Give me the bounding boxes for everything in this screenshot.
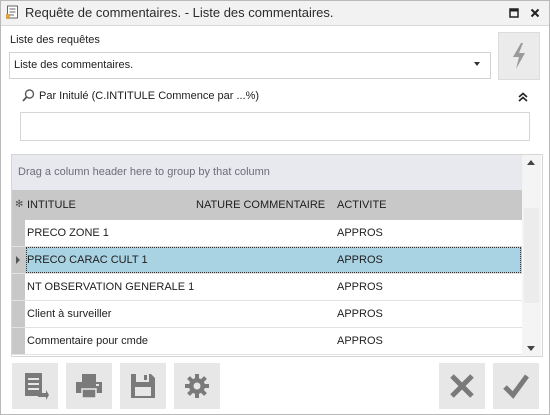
lightning-bolt-icon (513, 43, 525, 69)
gear-icon (185, 374, 209, 398)
export-list-icon (25, 373, 49, 400)
print-button[interactable] (66, 363, 112, 409)
window-title: Requête de commentaires. - Liste des com… (25, 5, 334, 20)
requests-dropdown[interactable]: Liste des commentaires. (9, 52, 491, 79)
dropdown-arrow-icon (474, 62, 480, 66)
row-indicator (12, 247, 25, 273)
current-row-arrow-icon (16, 256, 20, 264)
row-indicator (12, 220, 25, 246)
title-separator (1, 25, 549, 26)
group-by-panel[interactable]: Drag a column header here to group by th… (12, 155, 522, 190)
grid-header: ✻ INTITULE NATURE COMMENTAIRE ACTIVITE (12, 190, 522, 220)
scroll-down-icon[interactable] (527, 346, 535, 351)
settings-button[interactable] (174, 363, 220, 409)
requests-label: Liste des requêtes (10, 34, 100, 46)
scroll-up-icon[interactable] (527, 160, 535, 165)
cell-activite: APPROS (337, 254, 383, 266)
table-row[interactable]: NT OBSERVATION GENERALE 1 APPROS (12, 274, 522, 301)
cancel-x-icon (450, 374, 474, 398)
save-icon (131, 374, 155, 398)
column-header-intitule[interactable]: INTITULE (27, 199, 76, 211)
search-input[interactable] (20, 112, 530, 141)
close-button[interactable] (527, 5, 543, 21)
search-filter-label: Par Initulé (C.INTITULE Commence par ...… (39, 90, 260, 102)
comments-grid: Drag a column header here to group by th… (11, 154, 543, 357)
dialog-window: Requête de commentaires. - Liste des com… (0, 0, 550, 415)
cell-intitule: Commentaire pour cmde (27, 335, 149, 347)
row-selector-header-icon: ✻ (15, 199, 24, 210)
vertical-scrollbar[interactable] (522, 155, 541, 356)
cell-activite: APPROS (337, 227, 383, 239)
cancel-button[interactable] (439, 363, 485, 409)
table-row[interactable]: PRECO ZONE 1 APPROS (12, 220, 522, 247)
cell-activite: APPROS (337, 335, 383, 347)
printer-icon (76, 374, 102, 399)
validate-button[interactable] (493, 363, 539, 409)
row-indicator (12, 328, 25, 354)
execute-query-button[interactable] (498, 32, 540, 80)
export-list-button[interactable] (12, 363, 58, 409)
validate-check-icon (503, 374, 530, 399)
row-indicator (12, 274, 25, 300)
requests-dropdown-value: Liste des commentaires. (14, 59, 134, 71)
cell-intitule: NT OBSERVATION GENERALE 1 (27, 281, 195, 293)
search-icon (22, 89, 35, 102)
cell-intitule: PRECO CARAC CULT 1 (27, 254, 148, 266)
cell-activite: APPROS (337, 308, 383, 320)
collapse-up-icon[interactable] (517, 91, 529, 103)
column-header-nature-commentaire[interactable]: NATURE COMMENTAIRE (196, 199, 325, 211)
cell-activite: APPROS (337, 281, 383, 293)
close-icon (530, 8, 540, 18)
table-row[interactable]: Client à surveiller APPROS (12, 301, 522, 328)
table-row-selected[interactable]: PRECO CARAC CULT 1 APPROS (12, 247, 522, 274)
cell-intitule: PRECO ZONE 1 (27, 227, 109, 239)
cell-intitule: Client à surveiller (27, 308, 112, 320)
group-by-hint: Drag a column header here to group by th… (18, 166, 270, 178)
maximize-button[interactable] (506, 5, 522, 21)
table-row[interactable]: Commentaire pour cmde APPROS (12, 328, 522, 355)
scroll-thumb[interactable] (524, 208, 539, 303)
save-button[interactable] (120, 363, 166, 409)
title-bar: Requête de commentaires. - Liste des com… (1, 1, 549, 25)
document-list-icon (6, 5, 18, 19)
column-header-activite[interactable]: ACTIVITE (337, 199, 387, 211)
row-indicator (12, 301, 25, 327)
maximize-icon (509, 8, 519, 18)
